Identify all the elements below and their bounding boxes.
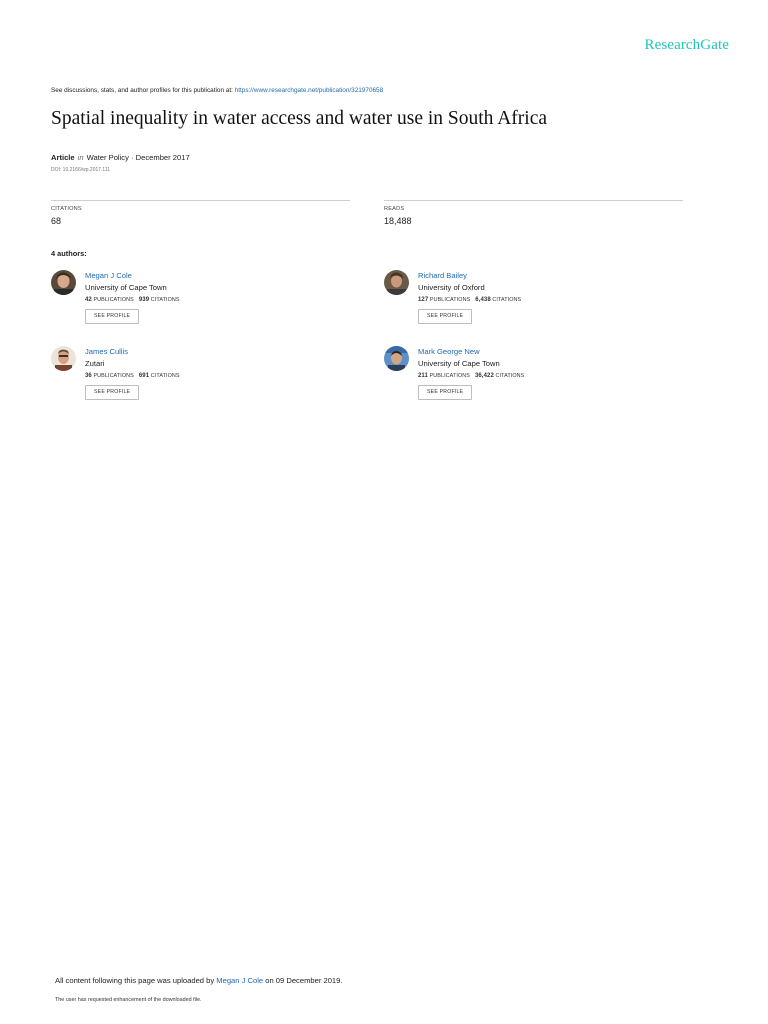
citations-label: CITATIONS: [495, 373, 525, 379]
see-profile-button[interactable]: SEE PROFILE: [85, 385, 140, 400]
upload-notice: All content following this page was uplo…: [55, 976, 343, 985]
citations-count: 939: [138, 297, 150, 303]
venue-date: Water Policy · December 2017: [86, 153, 190, 162]
publications-label: PUBLICATIONS: [93, 297, 134, 303]
citations-count: 6,438: [475, 297, 491, 303]
author-card: Mark George New University of Cape Town …: [384, 346, 644, 408]
author-institution: Zutari: [85, 359, 105, 368]
publication-doi: DOI: 10.2166/wp.2017.111: [51, 167, 111, 173]
citations-divider: [51, 200, 350, 201]
uploader-link[interactable]: Megan J Cole: [216, 976, 263, 985]
publications-label: PUBLICATIONS: [429, 297, 471, 303]
reads-value: 18,488: [384, 216, 412, 226]
reads-label: READS: [384, 206, 405, 212]
enhancement-note: The user has requested enhancement of th…: [55, 997, 202, 1003]
author-name[interactable]: Richard Bailey: [418, 271, 467, 280]
author-stats: 42 PUBLICATIONS 939 CITATIONS: [85, 297, 180, 303]
publication-link[interactable]: https://www.researchgate.net/publication…: [235, 87, 384, 94]
see-profile-button[interactable]: SEE PROFILE: [418, 309, 473, 324]
publications-count: 42: [85, 297, 92, 303]
author-institution: University of Cape Town: [85, 283, 167, 292]
see-profile-button[interactable]: SEE PROFILE: [418, 385, 473, 400]
publication-meta: Article in Water Policy · December 2017: [51, 153, 190, 162]
authors-heading: 4 authors:: [51, 249, 87, 258]
citations-value: 68: [51, 216, 62, 226]
avatar[interactable]: [384, 346, 409, 371]
author-card: Richard Bailey University of Oxford 127 …: [384, 270, 644, 332]
publications-label: PUBLICATIONS: [93, 373, 134, 379]
citations-count: 36,422: [474, 373, 494, 379]
citations-label: CITATIONS: [150, 297, 180, 303]
notice-text: See discussions, stats, and author profi…: [51, 87, 235, 94]
citations-label: CITATIONS: [150, 373, 180, 379]
author-stats: 211 PUBLICATIONS 36,422 CITATIONS: [418, 373, 524, 379]
author-stats: 127 PUBLICATIONS 6,438 CITATIONS: [418, 297, 521, 303]
profiles-notice: See discussions, stats, and author profi…: [51, 87, 383, 94]
author-institution: University of Oxford: [418, 283, 485, 292]
researchgate-logo[interactable]: ResearchGate: [645, 37, 729, 54]
avatar[interactable]: [384, 270, 409, 295]
author-name[interactable]: Mark George New: [418, 347, 480, 356]
citations-count: 691: [138, 373, 150, 379]
publication-title: Spatial inequality in water access and w…: [51, 108, 548, 129]
citations-label: CITATIONS: [51, 206, 82, 212]
upload-prefix: All content following this page was uplo…: [55, 976, 217, 985]
publication-type: Article: [51, 153, 75, 162]
author-card: James Cullis Zutari 36 PUBLICATIONS 691 C…: [51, 346, 311, 408]
author-name[interactable]: James Cullis: [85, 347, 128, 356]
avatar[interactable]: [51, 346, 76, 371]
citations-label: CITATIONS: [492, 297, 522, 303]
upload-suffix: on 09 December 2019.: [263, 976, 343, 985]
author-stats: 36 PUBLICATIONS 691 CITATIONS: [85, 373, 180, 379]
publications-label: PUBLICATIONS: [429, 373, 470, 379]
author-card: Megan J Cole University of Cape Town 42 …: [51, 270, 311, 332]
author-name[interactable]: Megan J Cole: [85, 271, 132, 280]
publications-count: 36: [85, 373, 92, 379]
author-institution: University of Cape Town: [418, 359, 500, 368]
publications-count: 127: [418, 297, 429, 303]
in-label: in: [77, 153, 84, 162]
avatar[interactable]: [51, 270, 76, 295]
publications-count: 211: [418, 373, 428, 379]
reads-divider: [384, 200, 683, 201]
see-profile-button[interactable]: SEE PROFILE: [85, 309, 140, 324]
